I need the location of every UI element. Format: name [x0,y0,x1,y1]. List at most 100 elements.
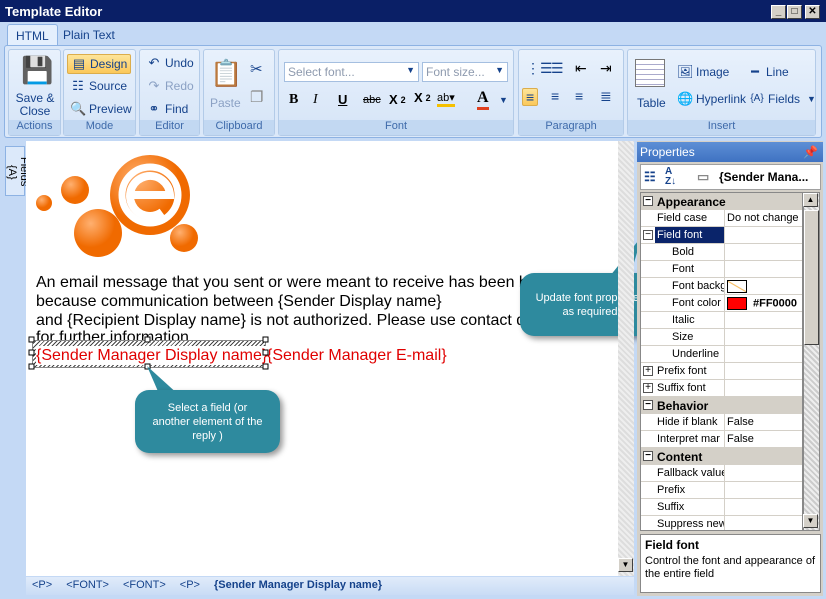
italic-icon[interactable]: I [313,92,318,108]
property-value[interactable] [724,227,802,244]
source-button[interactable]: ☷ Source [70,78,127,94]
pin-icon[interactable]: 📌 [803,145,818,159]
property-value[interactable]: #FF0000 [724,295,802,312]
expand-icon[interactable]: + [643,366,653,376]
align-center-icon[interactable]: ≡ [551,88,559,104]
redo-button[interactable]: ↷ Redo [146,78,194,94]
numbered-list-icon[interactable]: ⋮☰ [526,60,553,77]
undo-button[interactable]: ↶ Undo [146,55,194,71]
property-row[interactable]: Font backg [641,278,802,295]
paste-button[interactable]: Paste [210,96,241,110]
align-left-icon[interactable]: ≡ [522,88,539,106]
sort-alpha-icon[interactable]: A Z↓ [665,167,676,187]
property-row[interactable]: Bold [641,244,802,261]
collapse-icon[interactable]: − [643,196,653,206]
minimize-button[interactable]: _ [771,5,786,19]
font-size-select[interactable]: Font size... ▼ [422,62,508,82]
tag-current-field[interactable]: {Sender Manager Display name} [214,579,382,593]
fields-button[interactable]: {A} Fields ▼ [749,91,816,107]
find-button[interactable]: ⚭ Find [146,101,189,117]
property-category[interactable]: − Behavior [641,397,802,414]
color-swatch[interactable] [727,280,747,293]
close-button[interactable]: ✕ [805,5,820,19]
property-pages-icon[interactable]: ▭ [697,169,709,185]
expand-icon[interactable]: + [643,383,653,393]
property-row[interactable]: + Prefix font [641,363,802,380]
property-row[interactable]: Prefix [641,482,802,499]
chevron-down-icon[interactable]: ▼ [499,95,508,105]
editor-scrollbar[interactable] [618,141,634,576]
property-value[interactable] [724,244,802,261]
property-value[interactable]: False [724,414,802,431]
field-sender-manager-email[interactable]: {Sender Manager E-mail} [267,346,447,365]
subscript-icon[interactable]: X2 [389,92,406,107]
copy-icon[interactable]: ❐ [250,88,263,106]
tag-p[interactable]: <P> [180,579,200,593]
property-value[interactable] [724,363,802,380]
property-row[interactable]: Field case Do not change [641,210,802,227]
property-value[interactable] [724,261,802,278]
property-value[interactable] [724,278,802,295]
fields-side-tab[interactable]: {A} Fields [5,146,30,196]
scroll-thumb[interactable] [804,210,819,345]
collapse-icon[interactable]: − [643,451,653,461]
property-value[interactable] [724,329,802,346]
property-row[interactable]: Size [641,329,802,346]
property-value[interactable] [724,312,802,329]
scroll-up-button[interactable]: ▲ [803,193,818,207]
property-value[interactable] [724,465,802,482]
preview-button[interactable]: 🔍 Preview [70,101,132,117]
image-button[interactable]: 🖼 Image [677,64,729,80]
justify-icon[interactable]: ≣ [600,88,612,105]
property-row[interactable]: Interpret mar False [641,431,802,448]
strikethrough-icon[interactable]: abc [363,94,381,106]
hyperlink-button[interactable]: 🌐 Hyperlink [677,91,746,107]
design-button[interactable]: ▤ Design [67,54,132,74]
maximize-button[interactable]: □ [787,5,802,19]
property-value[interactable]: Do not change [724,210,802,227]
collapse-icon[interactable]: − [643,400,653,410]
property-value[interactable] [724,380,802,397]
property-row[interactable]: Underline [641,346,802,363]
line-button[interactable]: ━ Line [747,64,789,80]
table-button[interactable]: Table [637,96,666,110]
property-value[interactable] [724,516,802,530]
color-swatch[interactable] [727,297,747,310]
property-row[interactable]: + Suffix font [641,380,802,397]
superscript-icon[interactable]: X2 [414,90,431,105]
property-row[interactable]: Fallback value [641,465,802,482]
property-row[interactable]: − Field font [641,227,802,244]
property-row[interactable]: Font [641,261,802,278]
property-category[interactable]: − Content [641,448,802,465]
tag-font[interactable]: <FONT> [123,579,166,593]
categorized-icon[interactable]: ☷ [644,169,656,185]
tag-p[interactable]: <P> [32,579,52,593]
property-row[interactable]: Hide if blank False [641,414,802,431]
property-row[interactable]: Font color #FF0000 [641,295,802,312]
property-row[interactable]: Suffix [641,499,802,516]
highlight-icon[interactable]: ab▾ [437,91,455,107]
align-right-icon[interactable]: ≡ [575,88,583,104]
tag-font[interactable]: <FONT> [66,579,109,593]
bullet-list-icon[interactable]: ☰ [551,60,564,77]
indent-icon[interactable]: ⇥ [600,60,612,77]
tab-html[interactable]: HTML [7,24,58,46]
property-value[interactable] [724,499,802,516]
scroll-down-button[interactable]: ▼ [803,514,818,528]
property-value[interactable] [724,346,802,363]
underline-icon[interactable]: U [338,92,347,107]
cut-icon[interactable]: ✂ [250,60,263,78]
font-color-icon[interactable]: A [477,89,489,110]
tab-plain-text[interactable]: Plain Text [55,24,123,46]
font-select[interactable]: Select font... ▼ [284,62,419,82]
property-category[interactable]: − Appearance [641,193,802,210]
property-row[interactable]: Italic [641,312,802,329]
bold-icon[interactable]: B [289,92,298,108]
collapse-icon[interactable]: − [643,230,653,240]
outdent-icon[interactable]: ⇤ [575,60,587,77]
scroll-down-button[interactable]: ▼ [618,558,633,572]
property-value[interactable] [724,482,802,499]
property-value[interactable]: False [724,431,802,448]
property-row[interactable]: Suppress new [641,516,802,530]
save-close-button[interactable]: Save & Close [12,92,58,118]
